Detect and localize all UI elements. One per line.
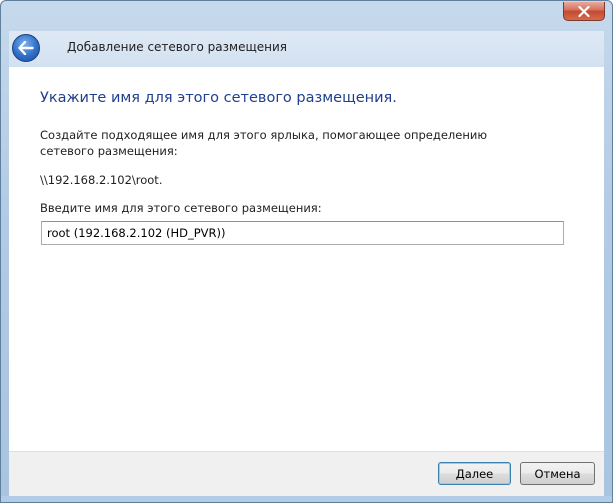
back-arrow-icon (18, 41, 34, 55)
wizard-window: Добавление сетевого размещения Укажите и… (0, 0, 613, 503)
wizard-content: Укажите имя для этого сетевого размещени… (9, 67, 604, 451)
page-title: Укажите имя для этого сетевого размещени… (40, 90, 397, 106)
back-button[interactable] (12, 34, 40, 62)
wizard-footer: Далее Отмена (9, 451, 604, 497)
wizard-header: Добавление сетевого размещения (9, 31, 604, 68)
location-name-input[interactable] (41, 221, 564, 245)
description-text: Создайте подходящее имя для этого ярлыка… (40, 128, 487, 158)
title-bar[interactable] (1, 1, 612, 31)
wizard-title: Добавление сетевого размещения (67, 40, 288, 54)
next-button[interactable]: Далее (438, 462, 511, 485)
window-bottom-frame (1, 496, 612, 502)
network-path-text: \\192.168.2.102\root. (40, 173, 163, 187)
cancel-button[interactable]: Отмена (520, 462, 595, 485)
close-button[interactable] (563, 2, 605, 21)
close-icon (578, 5, 590, 17)
name-input-label: Введите имя для этого сетевого размещени… (40, 201, 322, 215)
